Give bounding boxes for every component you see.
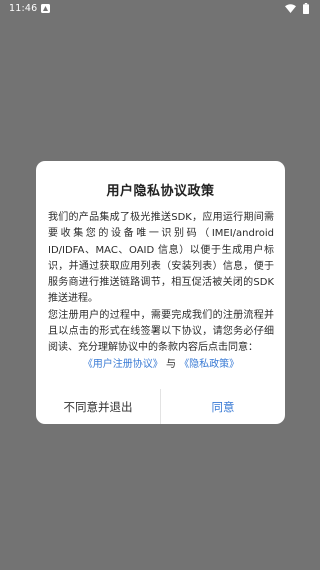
privacy-paragraph-sdk: 我们的产品集成了极光推送SDK，应用运行期间需要收集您的设备唯一识别码（IMEI… (48, 212, 274, 305)
privacy-policy-link[interactable]: 《隐私政策》 (179, 359, 239, 370)
notification-icon (41, 4, 50, 13)
status-time: 11:46 (9, 3, 38, 14)
disagree-exit-button[interactable]: 不同意并退出 (36, 389, 160, 424)
agree-button[interactable]: 同意 (161, 389, 285, 424)
agreement-links: 《用户注册协议》 与 《隐私政策》 (48, 357, 274, 370)
user-agreement-link[interactable]: 《用户注册协议》 (83, 359, 163, 370)
privacy-paragraph-registration: 您注册用户的过程中，需要完成我们的注册流程并且以点击的形式在线签署以下协议，请您… (48, 309, 274, 354)
dialog-body[interactable]: 我们的产品集成了极光推送SDK，应用运行期间需要收集您的设备唯一识别码（IMEI… (48, 210, 274, 370)
wifi-icon (285, 4, 296, 13)
battery-icon (303, 3, 309, 14)
dialog-title: 用户隐私协议政策 (106, 184, 215, 199)
link-separator: 与 (166, 358, 176, 370)
dialog-button-row: 不同意并退出 同意 (36, 389, 285, 424)
privacy-dialog: 用户隐私协议政策 我们的产品集成了极光推送SDK，应用运行期间需要收集您的设备唯… (36, 161, 285, 424)
status-bar: 11:46 (0, 0, 320, 18)
